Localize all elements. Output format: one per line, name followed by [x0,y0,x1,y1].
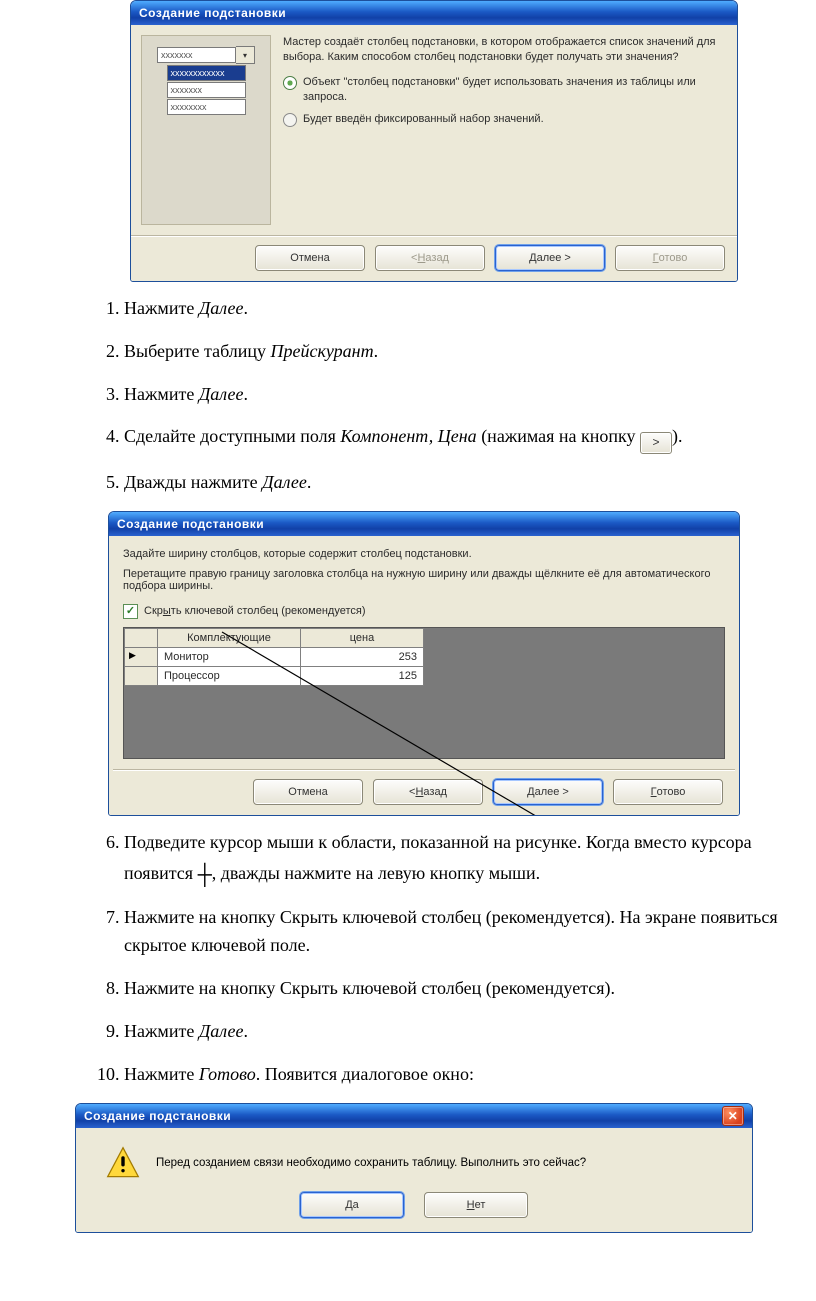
move-right-button[interactable]: > [640,432,672,454]
checkbox-checked-icon [123,604,138,619]
msgbox-titlebar[interactable]: Создание подстановки ✕ [76,1104,752,1128]
table-row[interactable]: Процессор 125 [125,666,424,685]
wizard-intro-text: Мастер создаёт столбец подстановки, в ко… [283,35,727,65]
table-row[interactable]: Монитор 253 [125,647,424,666]
next-button[interactable]: Далее > [493,779,603,805]
resize-cursor-icon: ┼ [198,859,212,891]
finish-button: Готово [615,245,725,271]
save-table-messagebox: Создание подстановки ✕ Перед созданием с… [75,1103,753,1233]
instruction-list-1-5: Нажмите Далее. Выберите таблицу Прейскур… [100,294,816,497]
step-6: Подведите курсор мыши к области, показан… [124,828,816,889]
instruction-list-6-10: Подведите курсор мыши к области, показан… [100,828,816,1089]
step-5: Дважды нажмите Далее. [124,468,816,497]
step-10: Нажмите Готово. Появится диалоговое окно… [124,1060,816,1089]
step-8: Нажмите на кнопку Скрыть ключевой столбе… [124,974,816,1003]
step-9: Нажмите Далее. [124,1017,816,1046]
dlg2-text1: Задайте ширину столбцов, которые содержи… [123,548,725,560]
next-button[interactable]: Далее > [495,245,605,271]
dialog1-title: Создание подстановки [139,6,286,20]
step-2: Выберите таблицу Прейскурант. [124,337,816,366]
dlg2-text2: Перетащите правую границу заголовка стол… [123,568,725,592]
step-7: Нажмите на кнопку Скрыть ключевой столбе… [124,903,816,961]
hide-key-column-checkbox[interactable]: Скрыть ключевой столбец (рекомендуется) [123,604,725,619]
msgbox-title: Создание подстановки [84,1109,231,1123]
step-1: Нажмите Далее. [124,294,816,323]
warning-icon [106,1146,140,1180]
cancel-button[interactable]: Отмена [253,779,363,805]
dialog2-titlebar[interactable]: Создание подстановки [109,512,739,536]
grid-header-components[interactable]: Комплектующие [158,628,301,647]
radio-selected-icon [283,76,297,90]
option-fixed-values[interactable]: Будет введён фиксированный набор значени… [283,112,727,127]
wizard-illustration: xxxxxxx xxxxxxxxxxxx xxxxxxx xxxxxxxx [141,35,271,225]
cancel-button[interactable]: Отмена [255,245,365,271]
dialog1-titlebar[interactable]: Создание подстановки [131,1,737,25]
column-width-grid[interactable]: Комплектующие цена Монитор 253 Процессор… [123,627,725,759]
step-4: Сделайте доступными поля Компонент, Цена… [124,422,816,454]
close-button[interactable]: ✕ [722,1106,744,1126]
dialog2-title: Создание подстановки [117,517,264,531]
no-button[interactable]: Нет [424,1192,528,1218]
back-button: < Назад [375,245,485,271]
finish-button[interactable]: Готово [613,779,723,805]
radio-empty-icon [283,113,297,127]
lookup-wizard-dialog-1: Создание подстановки xxxxxxx xxxxxxxxxxx… [130,0,738,282]
yes-button[interactable]: Да [300,1192,404,1218]
lookup-wizard-dialog-2: Создание подстановки Задайте ширину стол… [108,511,740,816]
back-button[interactable]: < Назад [373,779,483,805]
step-3: Нажмите Далее. [124,380,816,409]
msgbox-text: Перед созданием связи необходимо сохрани… [156,1157,586,1169]
grid-header-price[interactable]: цена [301,628,424,647]
option-table-query[interactable]: Объект "столбец подстановки" будет испол… [283,75,727,105]
